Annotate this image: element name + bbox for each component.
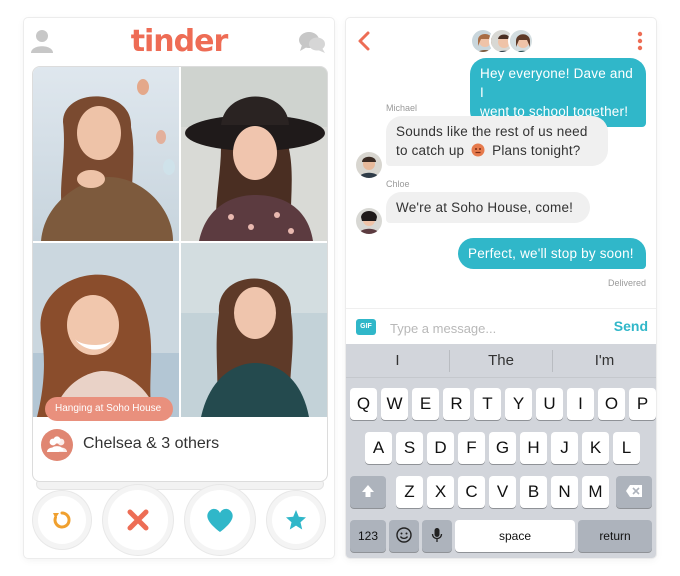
message-text: We're at Soho House, come! bbox=[396, 200, 574, 215]
key-g[interactable]: G bbox=[489, 432, 516, 464]
key-v[interactable]: V bbox=[489, 476, 516, 508]
top-bar: tinder bbox=[24, 18, 334, 66]
key-f[interactable]: F bbox=[458, 432, 485, 464]
delivery-status: Delivered bbox=[607, 278, 646, 288]
key-t[interactable]: T bbox=[474, 388, 501, 420]
shift-key[interactable] bbox=[350, 476, 386, 508]
sender-name: Chloe bbox=[386, 179, 410, 189]
key-d[interactable]: D bbox=[427, 432, 454, 464]
member-photo bbox=[33, 243, 179, 417]
key-a[interactable]: A bbox=[365, 432, 392, 464]
key-i[interactable]: I bbox=[567, 388, 594, 420]
more-options-icon[interactable] bbox=[636, 30, 644, 52]
sender-name: Michael bbox=[386, 103, 418, 113]
group-avatars[interactable] bbox=[470, 28, 534, 54]
message-bubble-incoming[interactable]: We're at Soho House, come! bbox=[386, 192, 590, 223]
key-n[interactable]: N bbox=[551, 476, 578, 508]
avatar[interactable] bbox=[356, 208, 382, 234]
key-s[interactable]: S bbox=[396, 432, 423, 464]
send-button[interactable]: Send bbox=[614, 318, 648, 334]
group-icon bbox=[41, 429, 73, 461]
key-w[interactable]: W bbox=[381, 388, 408, 420]
member-photo bbox=[33, 67, 179, 241]
back-chevron-icon[interactable] bbox=[356, 30, 372, 52]
numbers-key[interactable]: 123 bbox=[350, 520, 386, 552]
message-input[interactable] bbox=[390, 317, 590, 339]
star-icon bbox=[286, 510, 306, 530]
emoji-key[interactable] bbox=[389, 520, 419, 552]
dictation-key[interactable] bbox=[422, 520, 452, 552]
microphone-icon bbox=[431, 528, 443, 542]
tinder-group-screen: tinder Hanging at Soho House Chelsea & 3… bbox=[24, 18, 334, 558]
rewind-icon bbox=[53, 511, 71, 529]
emoji-icon bbox=[396, 527, 412, 543]
group-chat-screen: Hey everyone! Dave and I went to school … bbox=[346, 18, 656, 558]
chat-header bbox=[346, 18, 656, 62]
group-card[interactable]: Hanging at Soho House Chelsea & 3 others bbox=[32, 66, 328, 482]
message-text: Plans tonight? bbox=[492, 143, 581, 158]
suggestion[interactable]: The bbox=[450, 344, 552, 378]
message-text: to catch up bbox=[396, 143, 465, 158]
key-b[interactable]: B bbox=[520, 476, 547, 508]
nope-button[interactable] bbox=[108, 490, 168, 550]
key-e[interactable]: E bbox=[412, 388, 439, 420]
key-z[interactable]: Z bbox=[396, 476, 423, 508]
key-m[interactable]: M bbox=[582, 476, 609, 508]
message-text: Perfect, we'll stop by soon! bbox=[468, 246, 634, 261]
chat-bubbles-icon[interactable] bbox=[298, 30, 326, 54]
emoji-icon bbox=[471, 143, 485, 157]
group-card-stack[interactable]: Hanging at Soho House Chelsea & 3 others bbox=[32, 66, 328, 490]
message-bubble-incoming[interactable]: Sounds like the rest of us need to catch… bbox=[386, 116, 608, 166]
key-o[interactable]: O bbox=[598, 388, 625, 420]
key-c[interactable]: C bbox=[458, 476, 485, 508]
hangout-tag: Hanging at Soho House bbox=[45, 397, 174, 421]
return-key[interactable]: return bbox=[578, 520, 652, 552]
like-button[interactable] bbox=[190, 490, 250, 550]
group-name: Chelsea & 3 others bbox=[83, 435, 220, 452]
key-h[interactable]: H bbox=[520, 432, 547, 464]
suggestion[interactable]: I bbox=[346, 344, 449, 378]
space-key[interactable]: space bbox=[455, 520, 575, 552]
delete-key[interactable] bbox=[616, 476, 652, 508]
avatar[interactable] bbox=[356, 152, 382, 178]
suggestion-bar: I The I'm bbox=[346, 344, 656, 378]
x-icon bbox=[127, 509, 149, 531]
keyboard: I The I'm Q W E R T Y U I O P A S D F G H J K L Z X C V B N M 123 s… bbox=[346, 344, 656, 558]
key-r[interactable]: R bbox=[443, 388, 470, 420]
key-y[interactable]: Y bbox=[505, 388, 532, 420]
compose-bar: GIF Send bbox=[346, 308, 656, 346]
gif-button[interactable]: GIF bbox=[356, 319, 376, 335]
rewind-button[interactable] bbox=[38, 496, 86, 544]
action-bar bbox=[24, 484, 334, 558]
key-p[interactable]: P bbox=[629, 388, 656, 420]
key-q[interactable]: Q bbox=[350, 388, 377, 420]
message-bubble-outgoing[interactable]: Perfect, we'll stop by soon! bbox=[458, 238, 646, 269]
backspace-icon bbox=[626, 485, 642, 497]
member-photo bbox=[181, 67, 327, 241]
shift-icon bbox=[362, 485, 374, 497]
key-u[interactable]: U bbox=[536, 388, 563, 420]
key-j[interactable]: J bbox=[551, 432, 578, 464]
super-like-button[interactable] bbox=[272, 496, 320, 544]
avatar bbox=[508, 28, 534, 54]
message-text: Hey everyone! Dave and I bbox=[480, 66, 633, 100]
key-k[interactable]: K bbox=[582, 432, 609, 464]
key-x[interactable]: X bbox=[427, 476, 454, 508]
message-line: to catch up Plans tonight? bbox=[396, 141, 598, 160]
heart-icon bbox=[207, 508, 233, 532]
message-text: Sounds like the rest of us need bbox=[396, 124, 588, 139]
tinder-logo: tinder bbox=[130, 24, 229, 59]
group-info[interactable]: Chelsea & 3 others bbox=[41, 425, 321, 465]
suggestion[interactable]: I'm bbox=[553, 344, 656, 378]
member-photo bbox=[181, 243, 327, 417]
key-l[interactable]: L bbox=[613, 432, 640, 464]
